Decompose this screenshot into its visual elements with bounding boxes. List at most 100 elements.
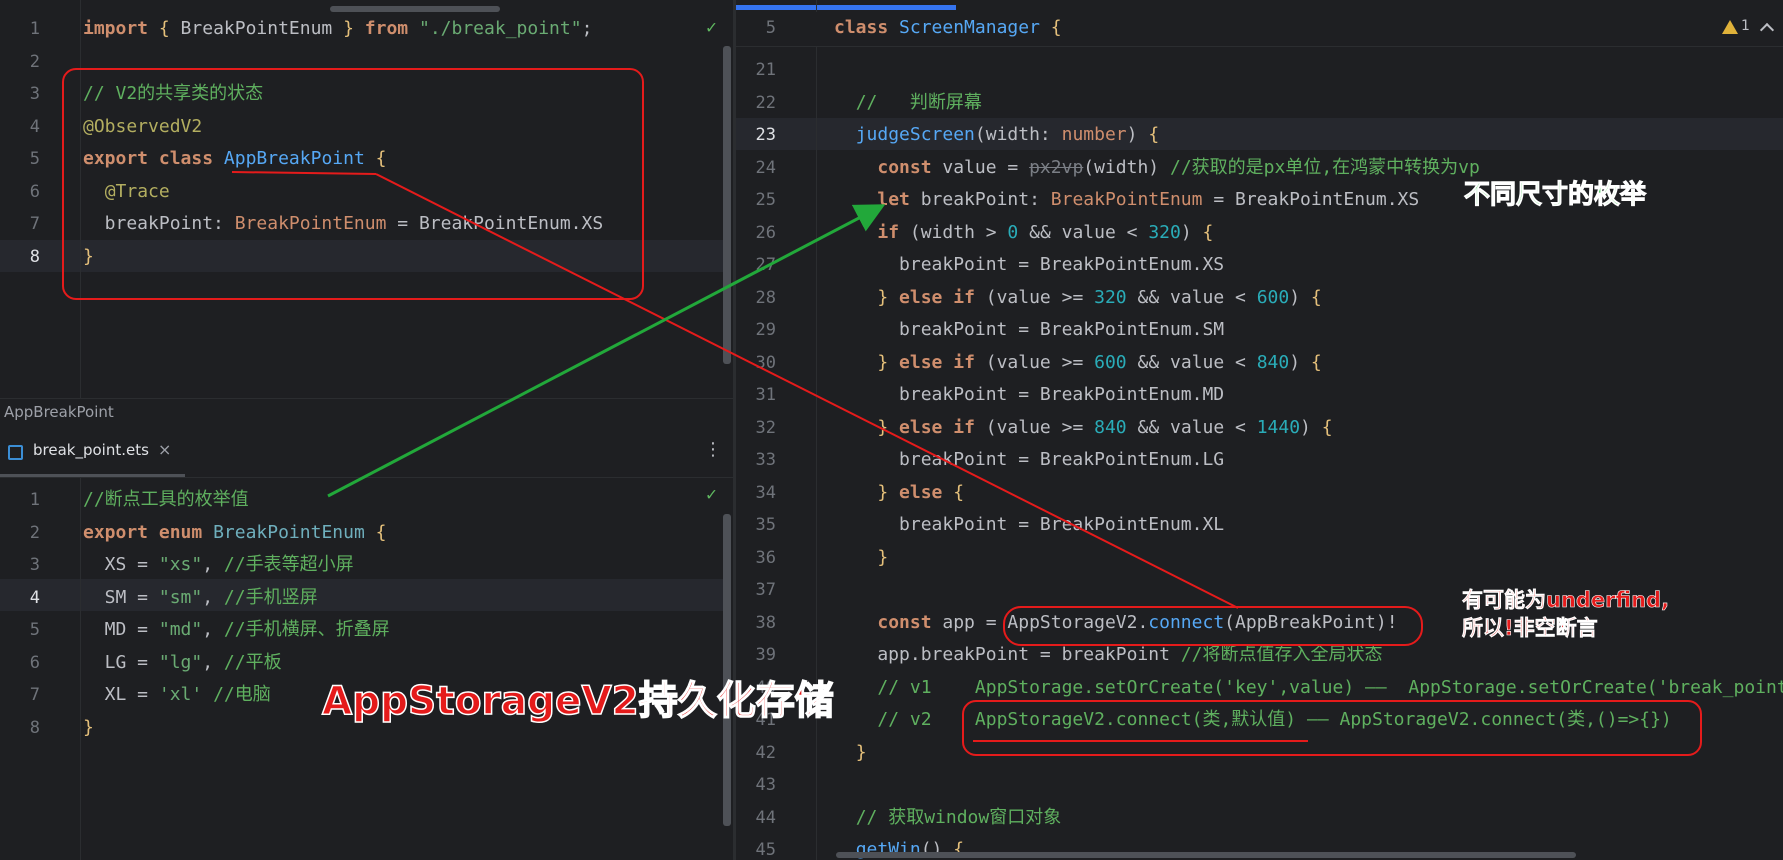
chevron-up-icon[interactable]	[1759, 22, 1775, 38]
code-line[interactable]: XS = "xs", //手表等超小屏	[83, 549, 354, 581]
code-line[interactable]: if (width > 0 && value < 320) {	[834, 217, 1213, 249]
line-number: 38	[755, 612, 776, 633]
line-number: 2	[29, 522, 40, 543]
code-line[interactable]: }	[834, 737, 867, 769]
code-line[interactable]: export enum BreakPointEnum {	[83, 517, 386, 549]
code-token: (value >=	[974, 351, 1095, 373]
editor-tab-bar: break_point.ets × ⋮	[0, 427, 733, 478]
code-token: {	[375, 521, 387, 543]
code-token: (width >	[899, 221, 1008, 243]
code-line[interactable]: }	[83, 712, 94, 744]
code-token: (width:	[974, 124, 1062, 145]
more-options-icon[interactable]: ⋮	[704, 439, 722, 460]
code-token: //手表等超小屏	[223, 554, 354, 575]
breadcrumb[interactable]: AppBreakPoint	[4, 403, 114, 421]
code-line[interactable]: import { BreakPointEnum } from "./break_…	[83, 13, 592, 45]
code-token: else if	[899, 351, 975, 373]
code-token: )	[1126, 124, 1149, 145]
code-line[interactable]: breakPoint = BreakPointEnum.XS	[834, 249, 1224, 281]
line-number: 5	[29, 149, 40, 169]
code-token: LG =	[83, 651, 159, 673]
code-token: //手机竖屏	[223, 586, 318, 608]
code-token: (width)	[1083, 156, 1170, 178]
warning-icon[interactable]	[1722, 20, 1738, 34]
sticky-code-line: class ScreenManager {	[834, 12, 1062, 44]
code-token: (value >=	[974, 286, 1095, 308]
horizontal-scrollbar[interactable]	[836, 852, 1576, 858]
code-token: px2vp	[1029, 156, 1084, 178]
code-line[interactable]: }	[834, 542, 888, 574]
code-token: breakPoint = BreakPointEnum.LG	[834, 449, 1225, 470]
code-token: && value <	[1126, 416, 1257, 438]
code-token: && value <	[1126, 351, 1257, 373]
code-line[interactable]: let breakPoint: BreakPointEnum = BreakPo…	[834, 184, 1419, 216]
horizontal-scrollbar[interactable]	[330, 6, 500, 12]
annotation-nonnull-2: 所以!非空断言	[1462, 616, 1598, 641]
code-line[interactable]: SM = "sm", //手机竖屏	[83, 582, 318, 614]
line-number: 8	[29, 246, 40, 267]
close-icon[interactable]: ×	[158, 440, 171, 459]
bottom-left-editor[interactable]: 1 //断点工具的枚举值 2 export enum BreakPointEnum {…	[0, 478, 733, 860]
code-token: BreakPointEnum	[169, 18, 344, 39]
line-number: 6	[29, 652, 40, 673]
code-token: 320	[1148, 221, 1181, 243]
code-line[interactable]: const value = px2vp(width) //获取的是px单位,在鸿…	[834, 152, 1479, 184]
line-number: 25	[755, 190, 776, 210]
code-line[interactable]: breakPoint = BreakPointEnum.MD	[834, 379, 1224, 411]
code-line[interactable]: } else if (value >= 320 && value < 600) …	[834, 282, 1321, 314]
code-token: export	[83, 521, 149, 543]
code-token: )	[1300, 416, 1322, 438]
code-line[interactable]: } else {	[834, 477, 964, 509]
highlight-box-class	[62, 68, 644, 300]
code-line[interactable]: breakPoint = BreakPointEnum.LG	[834, 444, 1224, 476]
line-number: 29	[755, 320, 776, 340]
code-token: 600	[1256, 286, 1290, 308]
inspection-ok-icon: ✓	[706, 484, 717, 505]
code-line[interactable]: //断点工具的枚举值	[83, 484, 249, 516]
line-number: 1	[29, 490, 40, 510]
code-token: else if	[899, 416, 975, 438]
code-line[interactable]: // 判断屏幕	[834, 87, 982, 119]
line-number: 24	[755, 157, 776, 178]
line-number: 2	[29, 51, 40, 72]
code-token: //电脑	[213, 684, 271, 705]
code-line[interactable]: LG = "lg", //平板	[83, 647, 282, 679]
code-token: breakPoint = BreakPointEnum.XL	[834, 514, 1225, 535]
line-number: 21	[755, 60, 776, 80]
highlight-box-connect	[1003, 606, 1423, 646]
code-token: 840	[1256, 351, 1290, 373]
code-line[interactable]: } else if (value >= 600 && value < 840) …	[834, 347, 1321, 379]
tab-break-point[interactable]: break_point.ets ×	[0, 427, 185, 477]
code-line[interactable]: // 获取window窗口对象	[834, 802, 1062, 834]
line-number: 22	[755, 92, 776, 113]
line-number: 28	[755, 287, 776, 308]
code-token: }	[343, 18, 354, 39]
code-token: // v1 AppStorage.setOrCreate('key',value…	[877, 676, 1783, 698]
code-line[interactable]: MD = "md", //手机横屏、折叠屏	[83, 614, 390, 646]
code-line[interactable]: breakPoint = BreakPointEnum.SM	[834, 314, 1224, 346]
vertical-scrollbar[interactable]	[723, 46, 731, 364]
code-line[interactable]: breakPoint = BreakPointEnum.XL	[834, 509, 1224, 541]
line-number: 32	[755, 417, 776, 438]
code-token: {	[1321, 416, 1333, 438]
code-line[interactable]: // v1 AppStorage.setOrCreate('key',value…	[834, 672, 1783, 704]
code-token: }	[877, 351, 889, 373]
code-token: )	[1289, 351, 1311, 373]
code-line[interactable]: } else if (value >= 840 && value < 1440)…	[834, 412, 1333, 444]
code-token: )	[1180, 221, 1203, 243]
code-token: let	[877, 189, 910, 210]
line-number: 37	[755, 580, 776, 600]
code-line[interactable]: XL = 'xl' //电脑	[83, 679, 271, 711]
code-line[interactable]: judgeScreen(width: number) {	[834, 119, 1159, 151]
